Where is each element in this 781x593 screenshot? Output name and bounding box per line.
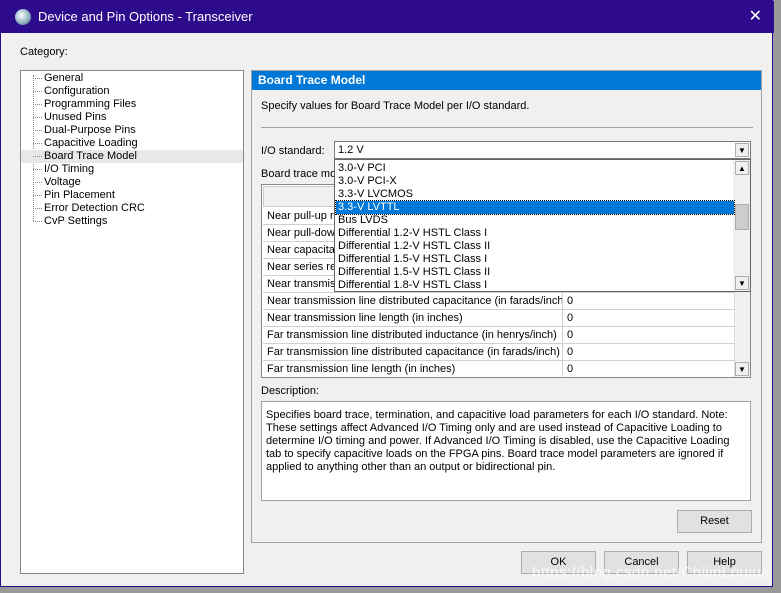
row-value[interactable]: 0 bbox=[567, 344, 573, 360]
row-name: Near transmission line length (in inches… bbox=[265, 310, 563, 327]
dialog-window: Device and Pin Options - Transceiver ✕ C… bbox=[0, 0, 774, 587]
dropdown-scrollbar[interactable]: ▲ ▼ bbox=[733, 160, 750, 291]
dropdown-option[interactable]: 3.0-V PCI-X bbox=[336, 175, 734, 188]
table-row[interactable]: Far transmission line distributed capaci… bbox=[263, 344, 735, 361]
chevron-down-icon[interactable]: ▼ bbox=[735, 143, 749, 157]
category-tree[interactable]: General Configuration Programming Files Unu… bbox=[20, 70, 244, 574]
dropdown-option[interactable]: 3.3-V LVCMOS bbox=[336, 188, 734, 201]
scroll-down-icon[interactable]: ▼ bbox=[735, 362, 749, 376]
tree-item[interactable]: Programming Files bbox=[21, 98, 243, 111]
row-name: Near transmission line distributed capac… bbox=[265, 293, 563, 310]
table-row[interactable]: Far transmission line distributed induct… bbox=[263, 327, 735, 344]
tree-item[interactable]: Dual-Purpose Pins bbox=[21, 124, 243, 137]
board-trace-model-label: Board trace mo bbox=[261, 168, 337, 180]
description-box: Specifies board trace, termination, and … bbox=[261, 401, 751, 501]
row-name: Far transmission line length (in inches) bbox=[265, 361, 563, 377]
row-name: Far transmission line distributed induct… bbox=[265, 327, 563, 344]
tree-item[interactable]: I/O Timing bbox=[21, 163, 243, 176]
separator bbox=[261, 127, 753, 128]
io-standard-value: 1.2 V bbox=[338, 144, 364, 156]
table-row[interactable]: Near transmission line length (in inches… bbox=[263, 310, 735, 327]
watermark: https://blog.csdn.net/ChijinLoujue bbox=[532, 564, 770, 581]
tree-item[interactable]: General bbox=[21, 72, 243, 85]
scroll-up-icon[interactable]: ▲ bbox=[735, 161, 749, 175]
tree-item[interactable]: CvP Settings bbox=[21, 215, 243, 228]
tree-item[interactable]: Pin Placement bbox=[21, 189, 243, 202]
tree-item[interactable]: Capacitive Loading bbox=[21, 137, 243, 150]
io-standard-label: I/O standard: bbox=[261, 145, 325, 157]
row-value[interactable]: 0 bbox=[567, 361, 573, 377]
table-row[interactable]: Near transmission line distributed capac… bbox=[263, 293, 735, 310]
reset-button[interactable]: Reset bbox=[677, 510, 752, 533]
tree-item[interactable]: Unused Pins bbox=[21, 111, 243, 124]
tree-item[interactable]: Voltage bbox=[21, 176, 243, 189]
title-bar: Device and Pin Options - Transceiver ✕ bbox=[1, 1, 774, 33]
dropdown-option[interactable]: Differential 1.8-V HSTL Class I bbox=[336, 279, 734, 292]
row-value[interactable]: 0 bbox=[567, 327, 573, 343]
intro-text: Specify values for Board Trace Model per… bbox=[261, 100, 530, 112]
tree-item[interactable]: Error Detection CRC bbox=[21, 202, 243, 215]
scroll-down-icon[interactable]: ▼ bbox=[735, 276, 749, 290]
table-row[interactable]: Far transmission line length (in inches)… bbox=[263, 361, 735, 377]
dropdown-option[interactable]: 3.3-V LVTTL bbox=[335, 200, 735, 215]
dropdown-option[interactable]: Differential 1.2-V HSTL Class II bbox=[336, 240, 734, 253]
dropdown-option[interactable]: 3.0-V PCI bbox=[336, 162, 734, 175]
dropdown-option[interactable]: Differential 1.5-V HSTL Class II bbox=[336, 266, 734, 279]
io-standard-select[interactable]: 1.2 V ▼ bbox=[334, 141, 751, 159]
panel-header: Board Trace Model bbox=[252, 71, 761, 90]
app-icon bbox=[15, 9, 31, 25]
window-title: Device and Pin Options - Transceiver bbox=[38, 9, 253, 24]
tree-item[interactable]: Configuration bbox=[21, 85, 243, 98]
category-label: Category: bbox=[20, 46, 68, 58]
io-standard-dropdown-list[interactable]: ▲ ▼ 3.0-V PCI 3.0-V PCI-X 3.3-V LVCMOS 3.3-… bbox=[334, 159, 751, 292]
dropdown-option[interactable]: Differential 1.5-V HSTL Class I bbox=[336, 253, 734, 266]
row-value[interactable]: 0 bbox=[567, 310, 573, 326]
dropdown-option[interactable]: Differential 1.2-V HSTL Class I bbox=[336, 227, 734, 240]
row-value[interactable]: 0 bbox=[567, 293, 573, 309]
close-button[interactable]: ✕ bbox=[749, 6, 762, 26]
row-name: Far transmission line distributed capaci… bbox=[265, 344, 563, 361]
dropdown-option[interactable]: Bus LVDS bbox=[336, 214, 734, 227]
description-label: Description: bbox=[261, 385, 320, 397]
scroll-thumb[interactable] bbox=[735, 204, 749, 230]
tree-item[interactable]: Board Trace Model bbox=[21, 150, 243, 163]
